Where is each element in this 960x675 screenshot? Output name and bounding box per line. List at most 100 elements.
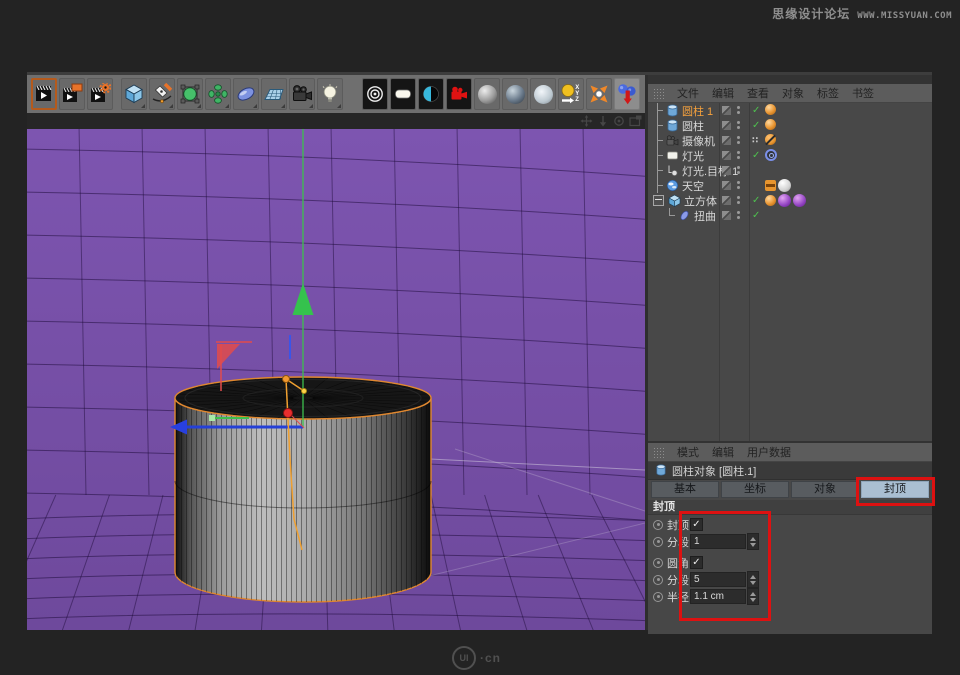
white-material-tag[interactable] (778, 179, 791, 192)
tab-caps[interactable]: 封顶 (861, 481, 929, 498)
menu-edit[interactable]: 编辑 (712, 85, 734, 101)
3d-viewport[interactable] (27, 129, 645, 630)
segments-fillet-input[interactable]: 5 (690, 572, 746, 587)
green-handle-square[interactable] (209, 415, 215, 421)
purple-material-tag[interactable] (793, 194, 806, 207)
maximize-icon[interactable] (629, 115, 642, 127)
object-row-cube[interactable]: 立方体 ✓ (648, 193, 932, 208)
floor-environment-button[interactable] (261, 78, 287, 110)
keyframe-circle-icon[interactable] (653, 558, 663, 568)
spinner-control[interactable] (747, 571, 759, 588)
object-row-cylinder[interactable]: 圆柱 ✓ (648, 118, 932, 133)
visibility-dots[interactable] (737, 151, 740, 159)
radius-input[interactable]: 1.1 cm (690, 589, 746, 604)
tab-coordinates[interactable]: 坐标 (721, 481, 789, 498)
axis-tool-button[interactable] (614, 78, 640, 110)
visibility-dots[interactable] (737, 196, 740, 204)
rotate-icon[interactable] (613, 115, 625, 127)
render-settings-button[interactable] (87, 78, 113, 110)
panel-grip-icon[interactable] (653, 88, 664, 99)
dolly-icon[interactable] (597, 115, 609, 127)
keyframe-circle-icon[interactable] (653, 575, 663, 585)
layer-toggle[interactable] (722, 211, 731, 220)
spinner-control[interactable] (747, 588, 759, 605)
keyframe-circle-icon[interactable] (653, 592, 663, 602)
segments-cap-input[interactable]: 1 (690, 534, 746, 549)
fillet-checkbox[interactable]: ✓ (690, 556, 703, 569)
orange-handle-dot[interactable] (283, 376, 290, 383)
display-screen-button[interactable] (390, 78, 416, 110)
target-expression-tag[interactable] (765, 149, 777, 161)
object-name[interactable]: 圆柱 1 (682, 103, 713, 119)
object-row-light-target[interactable]: 灯光.目标.1 (648, 163, 932, 178)
layer-toggle[interactable] (722, 121, 731, 130)
enabled-check[interactable]: ✓ (752, 208, 760, 223)
light-button[interactable] (317, 78, 343, 110)
phong-tag[interactable] (765, 195, 776, 206)
menu-tags[interactable]: 标签 (817, 85, 839, 101)
array-generator-button[interactable] (205, 78, 231, 110)
spinner-control[interactable] (747, 533, 759, 550)
enabled-check[interactable]: ✓ (752, 103, 760, 118)
protection-tag[interactable] (765, 134, 776, 145)
collapse-expander[interactable] (653, 195, 664, 206)
layer-toggle[interactable] (722, 166, 731, 175)
menu-edit[interactable]: 编辑 (712, 444, 734, 460)
object-name[interactable]: 立方体 (684, 193, 717, 209)
menu-mode[interactable]: 模式 (677, 444, 699, 460)
keyframe-circle-icon[interactable] (653, 520, 663, 530)
layer-toggle[interactable] (722, 196, 731, 205)
layer-toggle[interactable] (722, 181, 731, 190)
render-picture-viewer-button[interactable] (59, 78, 85, 110)
menu-file[interactable]: 文件 (677, 85, 699, 101)
object-name[interactable]: 天空 (682, 178, 704, 194)
keyframe-circle-icon[interactable] (653, 537, 663, 547)
visibility-dots[interactable] (737, 121, 740, 129)
visibility-dots[interactable] (737, 106, 740, 114)
coordinate-system-button[interactable]: XYZ (558, 78, 584, 110)
spline-pen-button[interactable] (149, 78, 175, 110)
object-row-camera[interactable]: 摄像机 ∷ (648, 133, 932, 148)
visibility-dots[interactable] (737, 181, 740, 189)
layer-toggle[interactable] (722, 136, 731, 145)
object-row-bend[interactable]: 扭曲 ✓ (648, 208, 932, 223)
layer-toggle[interactable] (722, 106, 731, 115)
menu-user-data[interactable]: 用户数据 (747, 444, 791, 460)
purple-material-tag[interactable] (778, 194, 791, 207)
object-row-cylinder-1[interactable]: 圆柱 1 ✓ (648, 103, 932, 118)
menu-view[interactable]: 查看 (747, 85, 769, 101)
render-view-button[interactable] (31, 78, 57, 110)
object-row-light[interactable]: 灯光 ✓ (648, 148, 932, 163)
pan-icon[interactable] (580, 115, 593, 127)
subdivision-surface-button[interactable] (177, 78, 203, 110)
camera-button[interactable] (289, 78, 315, 110)
enabled-check[interactable]: ✓ (752, 148, 760, 163)
red-center-dot[interactable] (284, 409, 293, 418)
object-row-sky[interactable]: 天空 (648, 178, 932, 193)
panel-grip-icon[interactable] (653, 447, 664, 458)
caps-checkbox[interactable]: ✓ (690, 518, 703, 531)
shading-transparent-button[interactable] (502, 78, 528, 110)
shading-solid-button[interactable] (474, 78, 500, 110)
render-dots-state[interactable]: ∷ (752, 133, 758, 148)
object-name[interactable]: 摄像机 (682, 133, 715, 149)
axis-modification-button[interactable] (586, 78, 612, 110)
object-name[interactable]: 扭曲 (694, 208, 716, 224)
yellow-handle-dot[interactable] (302, 389, 307, 394)
display-contrast-button[interactable] (418, 78, 444, 110)
phong-tag[interactable] (765, 119, 776, 130)
menu-objects[interactable]: 对象 (782, 85, 804, 101)
add-cube-button[interactable] (121, 78, 147, 110)
object-name[interactable]: 圆柱 (682, 118, 704, 134)
tab-basic[interactable]: 基本 (651, 481, 719, 498)
display-target-button[interactable] (362, 78, 388, 110)
object-name[interactable]: 灯光 (682, 148, 704, 164)
deformer-button[interactable] (233, 78, 259, 110)
visibility-dots[interactable] (737, 166, 740, 174)
layer-toggle[interactable] (722, 151, 731, 160)
shading-glass-button[interactable] (530, 78, 556, 110)
visibility-dots[interactable] (737, 211, 740, 219)
enabled-check[interactable]: ✓ (752, 118, 760, 133)
compositing-tag[interactable] (765, 180, 776, 191)
menu-bookmarks[interactable]: 书签 (852, 85, 874, 101)
